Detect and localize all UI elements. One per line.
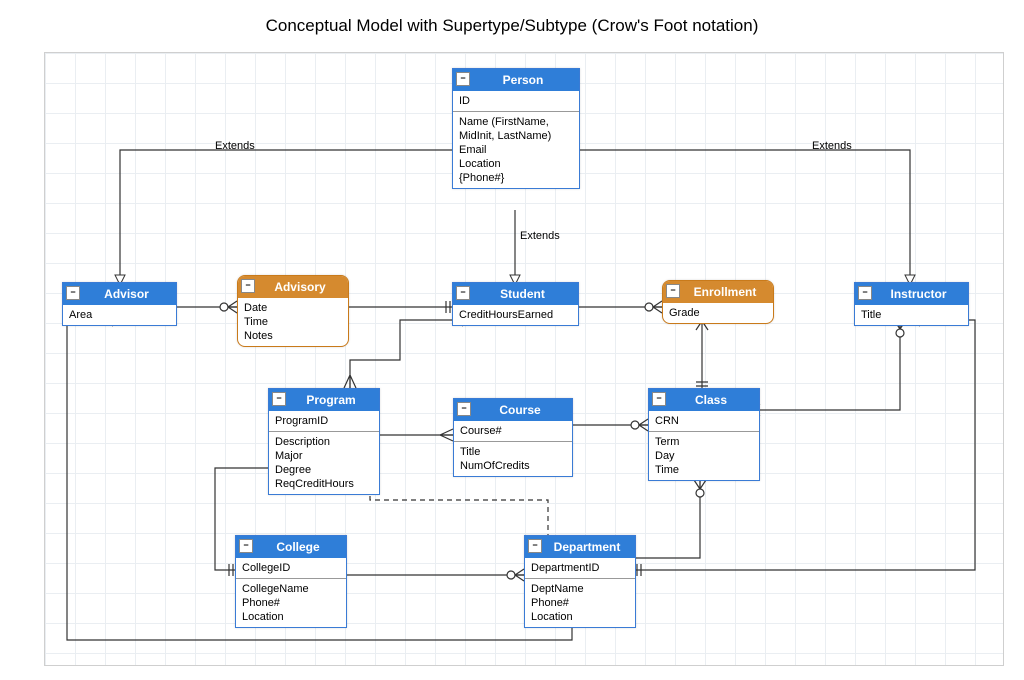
collapse-icon[interactable]: − <box>666 284 680 298</box>
pk: ID <box>453 91 579 111</box>
diagram-title: Conceptual Model with Supertype/Subtype … <box>0 16 1024 36</box>
attrs: Name (FirstName, MidInit, LastName) Emai… <box>453 111 579 188</box>
entity-title: Instructor <box>890 287 946 301</box>
attrs: Area <box>63 305 176 325</box>
collapse-icon[interactable]: − <box>66 286 80 300</box>
collapse-icon[interactable]: − <box>457 402 471 416</box>
collapse-icon[interactable]: − <box>456 286 470 300</box>
entity-enrollment[interactable]: −Enrollment Grade <box>662 280 774 324</box>
collapse-icon[interactable]: − <box>272 392 286 406</box>
attrs: DeptName Phone# Location <box>525 578 635 627</box>
collapse-icon[interactable]: − <box>528 539 542 553</box>
entity-advisory[interactable]: − Advisory Date Time Notes <box>237 275 349 347</box>
attrs: CollegeName Phone# Location <box>236 578 346 627</box>
entity-student[interactable]: − Student CreditHoursEarned <box>452 282 579 326</box>
entity-course[interactable]: − Course Course# Title NumOfCredits <box>453 398 573 477</box>
attrs: Title NumOfCredits <box>454 441 572 476</box>
entity-title: Program <box>306 393 355 407</box>
entity-title: Person <box>503 73 544 87</box>
entity-title: Department <box>554 540 621 554</box>
label-extends-left: Extends <box>215 140 255 152</box>
entity-person[interactable]: − Person ID Name (FirstName, MidInit, Las… <box>452 68 580 189</box>
pk: CRN <box>649 411 759 431</box>
pk: CollegeID <box>236 558 346 578</box>
label-extends-mid: Extends <box>520 230 560 242</box>
entity-department[interactable]: −Department DepartmentID DeptName Phone#… <box>524 535 636 628</box>
attrs: Title <box>855 305 968 325</box>
collapse-icon[interactable]: − <box>239 539 253 553</box>
entity-instructor[interactable]: − Instructor Title <box>854 282 969 326</box>
attrs: CreditHoursEarned <box>453 305 578 325</box>
entity-title: Advisory <box>274 280 325 294</box>
attrs: Term Day Time <box>649 431 759 480</box>
pk: ProgramID <box>269 411 379 431</box>
entity-title: Advisor <box>104 287 149 301</box>
entity-program[interactable]: − Program ProgramID Description Major Deg… <box>268 388 380 495</box>
entity-title: Student <box>500 287 545 301</box>
attrs: Date Time Notes <box>238 298 348 346</box>
label-extends-right: Extends <box>812 140 852 152</box>
entity-title: Course <box>499 403 540 417</box>
entity-class[interactable]: − Class CRN Term Day Time <box>648 388 760 481</box>
entity-title: Enrollment <box>694 285 757 299</box>
entity-title: College <box>276 540 319 554</box>
attrs: Grade <box>663 303 773 323</box>
collapse-icon[interactable]: − <box>241 279 255 293</box>
collapse-icon[interactable]: − <box>858 286 872 300</box>
entity-title: Class <box>695 393 727 407</box>
pk: Course# <box>454 421 572 441</box>
attrs: Description Major Degree ReqCreditHours <box>269 431 379 494</box>
entity-college[interactable]: − College CollegeID CollegeName Phone# Lo… <box>235 535 347 628</box>
entity-advisor[interactable]: − Advisor Area <box>62 282 177 326</box>
collapse-icon[interactable]: − <box>456 72 470 86</box>
diagram-canvas: Conceptual Model with Supertype/Subtype … <box>0 0 1024 680</box>
pk: DepartmentID <box>525 558 635 578</box>
collapse-icon[interactable]: − <box>652 392 666 406</box>
